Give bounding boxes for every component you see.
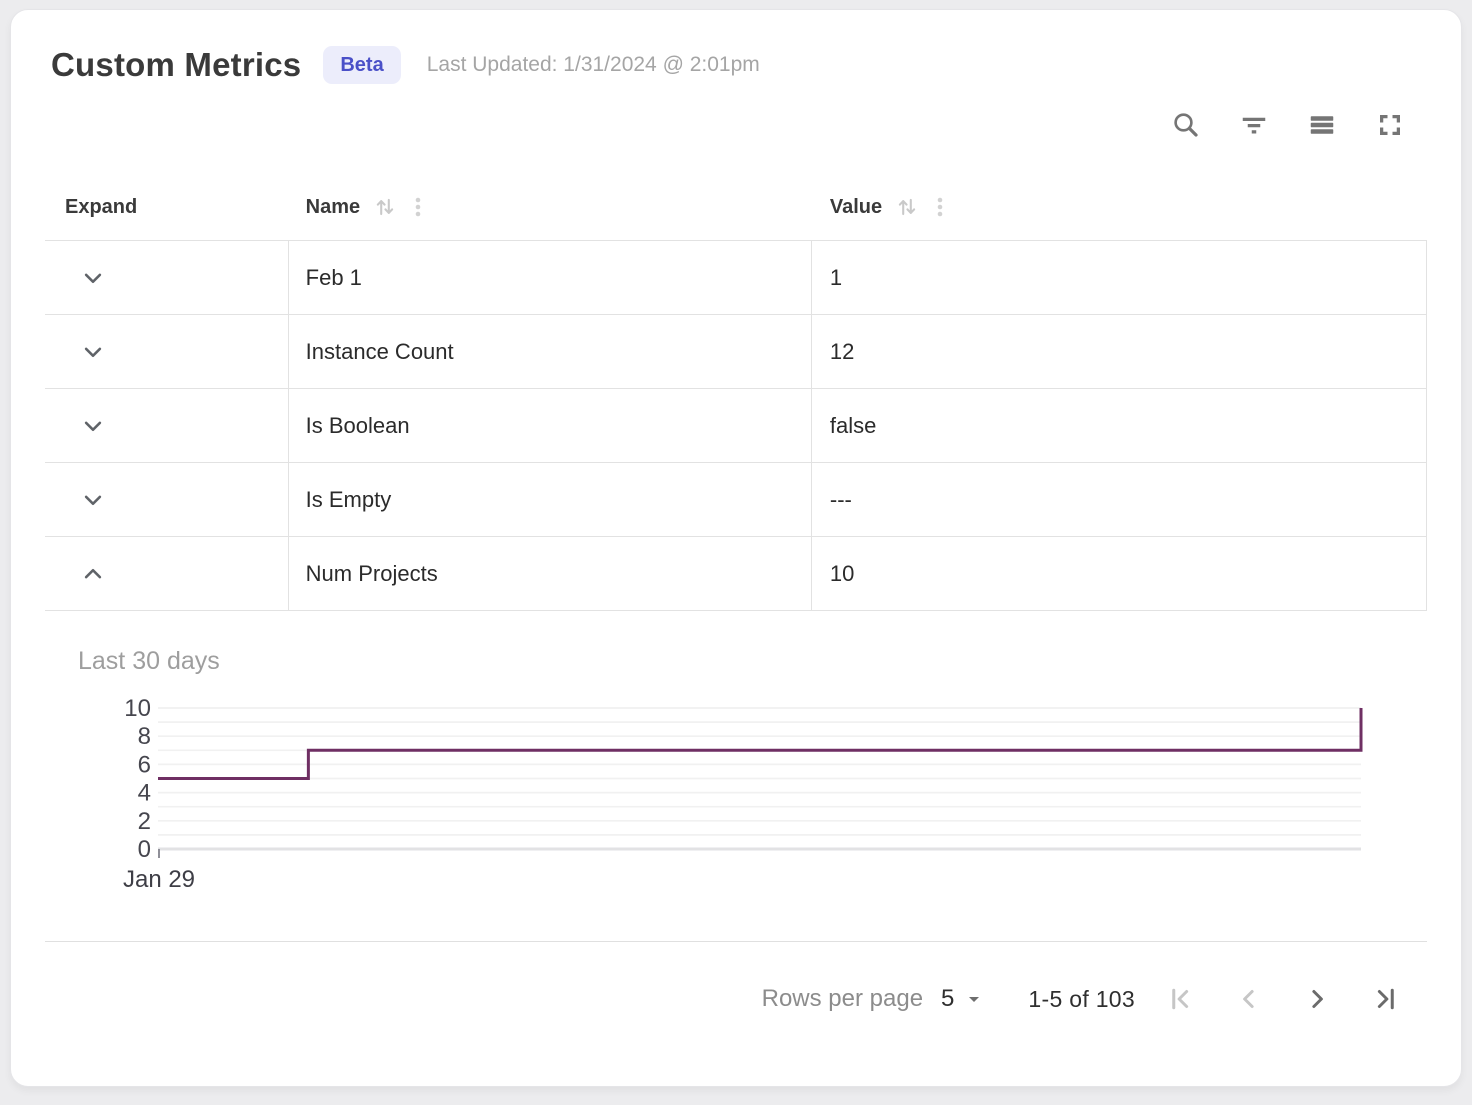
metric-history-chart: 0246810 Jan 29: [105, 698, 1373, 898]
expand-row-button[interactable]: [76, 261, 110, 295]
svg-text:8: 8: [138, 723, 151, 750]
row-name: Instance Count: [306, 339, 454, 365]
table-header-row: Expand Name Value: [45, 174, 1427, 240]
row-name: Feb 1: [306, 265, 362, 291]
svg-text:Jan 29: Jan 29: [123, 866, 195, 893]
last-page-button[interactable]: [1363, 977, 1407, 1021]
value-cell: ---: [812, 463, 1427, 536]
table-row: Num Projects 10: [45, 536, 1427, 610]
row-name: Is Boolean: [306, 413, 410, 439]
first-page-button: [1159, 977, 1203, 1021]
value-cell: false: [812, 389, 1427, 462]
name-cell: Is Boolean: [289, 389, 812, 462]
value-cell: 12: [812, 315, 1427, 388]
sort-icon[interactable]: [894, 194, 920, 220]
column-menu-icon[interactable]: [928, 195, 952, 219]
custom-metrics-card: Custom Metrics Beta Last Updated: 1/31/2…: [10, 9, 1462, 1087]
expand-row-button[interactable]: [76, 409, 110, 443]
filter-button[interactable]: [1231, 102, 1277, 148]
chevron-right-icon: [1302, 984, 1332, 1014]
table-body: Feb 1 1 Instance Count 12: [45, 240, 1427, 611]
row-name: Num Projects: [306, 561, 438, 587]
metrics-table: Expand Name Value: [45, 174, 1427, 941]
table-row: Instance Count 12: [45, 314, 1427, 388]
expand-row-button[interactable]: [76, 483, 110, 517]
page-title: Custom Metrics: [51, 46, 301, 84]
search-icon: [1171, 110, 1201, 140]
table-row: Feb 1 1: [45, 240, 1427, 314]
column-header-expand: Expand: [45, 196, 289, 219]
svg-text:0: 0: [138, 836, 151, 863]
value-cell: 10: [812, 537, 1427, 610]
pagination-nav: [1159, 977, 1407, 1021]
chevron-down-icon: [78, 263, 108, 293]
row-name: Is Empty: [306, 487, 392, 513]
density-button[interactable]: [1299, 102, 1345, 148]
filter-icon: [1239, 110, 1269, 140]
name-cell: Num Projects: [289, 537, 812, 610]
dropdown-arrow-icon: [962, 987, 986, 1011]
row-value: false: [830, 413, 876, 439]
fullscreen-button[interactable]: [1367, 102, 1413, 148]
expand-cell: [45, 241, 289, 314]
rows-per-page-select[interactable]: 5: [941, 985, 986, 1013]
last-page-icon: [1370, 984, 1400, 1014]
chevron-up-icon: [78, 559, 108, 589]
rows-per-page-value: 5: [941, 985, 954, 1013]
row-value: 1: [830, 265, 842, 291]
svg-text:4: 4: [138, 780, 151, 807]
row-value: 10: [830, 561, 854, 587]
column-header-name: Name: [289, 194, 812, 220]
chevron-left-icon: [1234, 984, 1264, 1014]
header: Custom Metrics Beta Last Updated: 1/31/2…: [11, 10, 1461, 84]
density-icon: [1307, 110, 1337, 140]
svg-text:6: 6: [138, 751, 151, 778]
chevron-down-icon: [78, 411, 108, 441]
svg-text:10: 10: [124, 698, 151, 722]
table-toolbar: [11, 84, 1461, 148]
expand-row-button[interactable]: [76, 335, 110, 369]
chevron-down-icon: [78, 485, 108, 515]
expand-row-button[interactable]: [76, 557, 110, 591]
name-cell: Instance Count: [289, 315, 812, 388]
rows-per-page-label: Rows per page: [762, 985, 923, 1013]
chart-title: Last 30 days: [45, 611, 1427, 676]
expand-cell: [45, 463, 289, 536]
table-row: Is Empty ---: [45, 462, 1427, 536]
name-cell: Feb 1: [289, 241, 812, 314]
column-menu-icon[interactable]: [406, 195, 430, 219]
next-page-button[interactable]: [1295, 977, 1339, 1021]
column-header-label: Value: [830, 196, 882, 219]
previous-page-button: [1227, 977, 1271, 1021]
value-cell: 1: [812, 241, 1427, 314]
sort-icon[interactable]: [372, 194, 398, 220]
chevron-down-icon: [78, 337, 108, 367]
expand-cell: [45, 315, 289, 388]
first-page-icon: [1166, 984, 1196, 1014]
row-value: 12: [830, 339, 854, 365]
expand-cell: [45, 389, 289, 462]
last-updated-text: Last Updated: 1/31/2024 @ 2:01pm: [427, 53, 760, 77]
fullscreen-icon: [1375, 110, 1405, 140]
column-header-label: Name: [306, 196, 360, 219]
expanded-detail-panel: Last 30 days 0246810 Jan 29: [45, 611, 1427, 941]
beta-badge: Beta: [323, 46, 400, 84]
svg-text:2: 2: [138, 808, 151, 835]
pagination-range-label: 1-5 of 103: [1028, 986, 1135, 1013]
pagination-footer: Rows per page 5 1-5 of 103: [45, 941, 1427, 1056]
table-row: Is Boolean false: [45, 388, 1427, 462]
name-cell: Is Empty: [289, 463, 812, 536]
search-button[interactable]: [1163, 102, 1209, 148]
expand-cell: [45, 537, 289, 610]
column-header-value: Value: [812, 194, 1427, 220]
row-value: ---: [830, 487, 852, 513]
column-header-label: Expand: [65, 196, 137, 219]
